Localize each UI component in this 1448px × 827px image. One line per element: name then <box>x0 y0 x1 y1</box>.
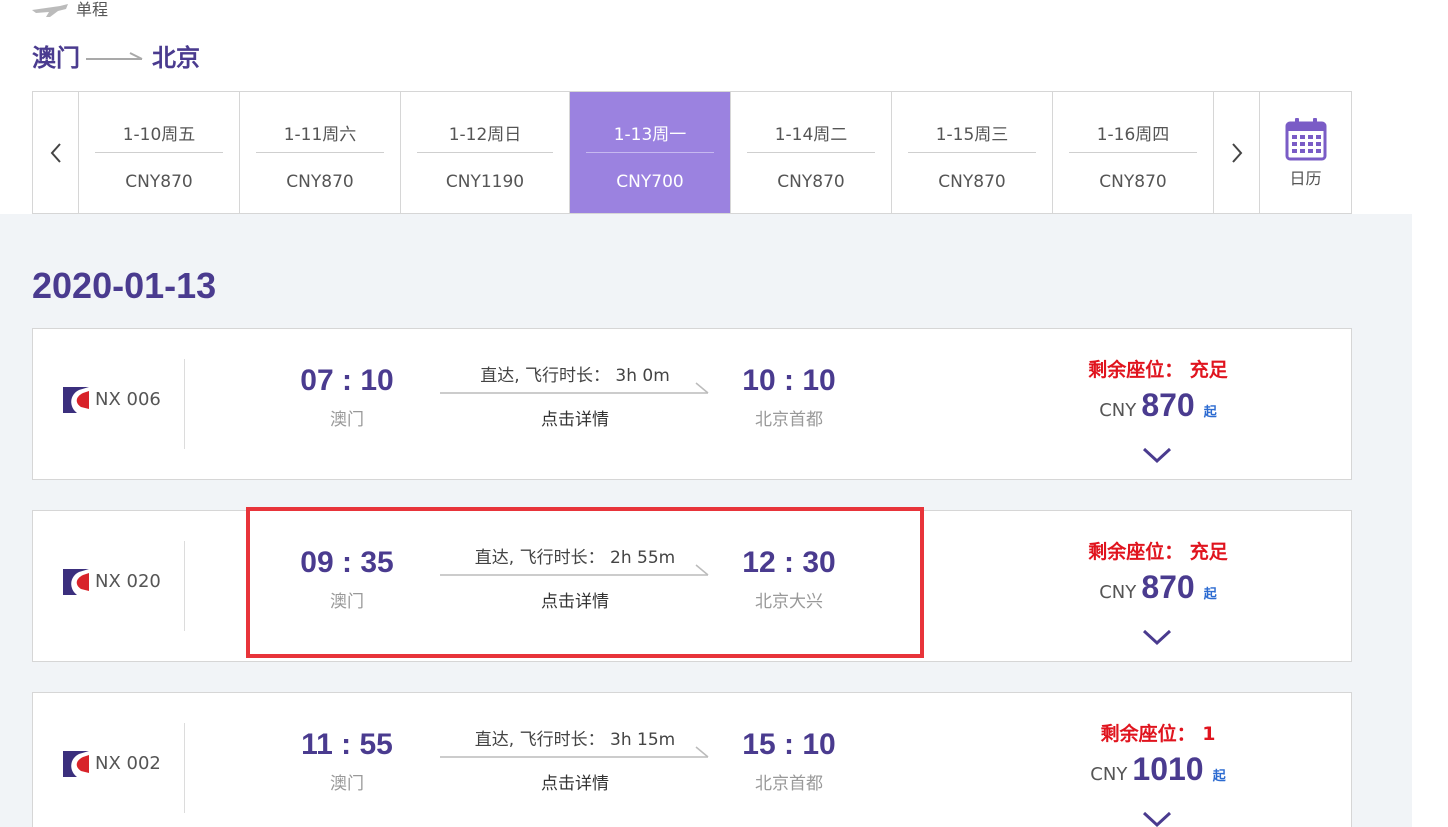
origin-city: 澳门 <box>32 44 80 72</box>
seats-remaining: 剩余座位： 充足 <box>1088 359 1228 381</box>
price-display: CNY 1010 起 <box>1033 751 1283 788</box>
route-line-icon <box>440 564 709 576</box>
chevron-down-icon[interactable] <box>1141 809 1173 827</box>
date-tab-divider <box>908 152 1036 153</box>
date-tab-divider <box>256 152 384 153</box>
chevron-right-icon <box>1231 142 1242 163</box>
flight-number: NX 020 <box>95 571 161 592</box>
calendar-icon <box>1285 117 1326 160</box>
arrival-time: 15 : 10 <box>742 728 836 761</box>
price-amount: 1010 <box>1132 751 1204 787</box>
date-tab-date: 1-13周一 <box>613 125 687 145</box>
destination-city: 北京 <box>152 44 200 72</box>
price-currency: CNY <box>1099 582 1137 603</box>
flight-card[interactable]: NX 020 09 : 35 澳门 直达, 飞行时长： 2h 55m 点击详情 … <box>32 510 1352 662</box>
seats-remaining: 剩余座位： 1 <box>1100 723 1216 745</box>
route-title: 澳门 北京 <box>32 42 200 74</box>
arrival-time: 10 : 10 <box>742 364 836 397</box>
date-tab-date: 1-11周六 <box>283 125 357 145</box>
flight-number: NX 002 <box>95 753 161 774</box>
arrow-right-icon <box>86 52 143 60</box>
date-tab[interactable]: 1-14周二 CNY870 <box>731 92 892 213</box>
price-from-label: 起 <box>1203 405 1217 420</box>
trip-type-label: 单程 <box>76 0 109 19</box>
chevron-down-icon[interactable] <box>1141 627 1173 647</box>
card-divider <box>184 541 185 631</box>
flight-number: NX 006 <box>95 389 161 410</box>
departure-city: 澳门 <box>330 774 364 794</box>
date-tab-date: 1-15周三 <box>935 125 1009 145</box>
prev-dates-button[interactable] <box>33 92 79 213</box>
chevron-left-icon <box>50 142 61 163</box>
date-tab-selected[interactable]: 1-13周一 CNY700 <box>570 92 731 213</box>
plane-icon <box>32 4 68 17</box>
price-amount: 870 <box>1141 569 1195 605</box>
date-tab-price: CNY870 <box>1099 172 1167 192</box>
date-tab-price: CNY700 <box>616 172 684 192</box>
date-tab[interactable]: 1-11周六 CNY870 <box>240 92 401 213</box>
calendar-label: 日历 <box>1289 168 1322 188</box>
seats-remaining: 剩余座位： 充足 <box>1088 541 1228 563</box>
date-tab-divider <box>95 152 223 153</box>
date-tab-divider <box>747 152 875 153</box>
date-tab-divider <box>586 152 714 153</box>
price-amount: 870 <box>1141 387 1195 423</box>
calendar-button[interactable]: 日历 <box>1260 92 1351 213</box>
price-currency: CNY <box>1090 764 1128 785</box>
arrival-city: 北京首都 <box>755 410 823 430</box>
date-tab-price: CNY870 <box>286 172 354 192</box>
date-tab[interactable]: 1-16周四 CNY870 <box>1053 92 1214 213</box>
date-tab-price: CNY870 <box>777 172 845 192</box>
date-tab-price: CNY1190 <box>445 172 525 192</box>
airline-logo-icon <box>63 751 89 777</box>
departure-time: 07 : 10 <box>300 364 394 397</box>
date-tab-divider <box>1069 152 1197 153</box>
flight-details-link[interactable]: 点击详情 <box>440 405 710 430</box>
flight-details-link[interactable]: 点击详情 <box>440 587 710 612</box>
flight-card[interactable]: NX 006 07 : 10 澳门 直达, 飞行时长： 3h 0m 点击详情 1… <box>32 328 1352 480</box>
next-dates-button[interactable] <box>1214 92 1260 213</box>
date-tab[interactable]: 1-12周日 CNY1190 <box>401 92 570 213</box>
arrival-city: 北京大兴 <box>755 592 823 612</box>
date-selector: 1-10周五 CNY870 1-11周六 CNY870 1-12周日 CNY11… <box>32 91 1352 214</box>
date-tab-divider <box>417 152 553 153</box>
date-tab[interactable]: 1-10周五 CNY870 <box>79 92 240 213</box>
flight-details-link[interactable]: 点击详情 <box>440 769 710 794</box>
departure-time: 11 : 55 <box>301 728 393 761</box>
departure-city: 澳门 <box>330 410 364 430</box>
right-gutter <box>1412 0 1448 827</box>
departure-time: 09 : 35 <box>300 546 394 579</box>
arrival-time: 12 : 30 <box>742 546 836 579</box>
date-tab[interactable]: 1-15周三 CNY870 <box>892 92 1053 213</box>
card-divider <box>184 359 185 449</box>
results-date-heading: 2020-01-13 <box>32 265 217 306</box>
price-display: CNY 870 起 <box>1033 387 1283 424</box>
date-tab-price: CNY870 <box>938 172 1006 192</box>
date-tab-price: CNY870 <box>125 172 193 192</box>
date-tab-date: 1-16周四 <box>1096 125 1170 145</box>
date-tab-date: 1-12周日 <box>448 125 522 145</box>
price-display: CNY 870 起 <box>1033 569 1283 606</box>
route-line-icon <box>440 746 709 758</box>
price-from-label: 起 <box>1203 587 1217 602</box>
departure-city: 澳门 <box>330 592 364 612</box>
airline-logo-icon <box>63 569 89 595</box>
date-tab-date: 1-10周五 <box>122 125 196 145</box>
date-tab-date: 1-14周二 <box>774 125 848 145</box>
search-header: 单程 澳门 北京 1-10周五 CNY870 1-11周六 CNY870 1-1… <box>0 0 1412 214</box>
arrival-city: 北京首都 <box>755 774 823 794</box>
route-line-icon <box>440 382 709 394</box>
price-from-label: 起 <box>1212 769 1226 784</box>
card-divider <box>184 723 185 813</box>
chevron-down-icon[interactable] <box>1141 445 1173 465</box>
flight-card[interactable]: NX 002 11 : 55 澳门 直达, 飞行时长： 3h 15m 点击详情 … <box>32 692 1352 827</box>
price-currency: CNY <box>1099 400 1137 421</box>
airline-logo-icon <box>63 387 89 413</box>
